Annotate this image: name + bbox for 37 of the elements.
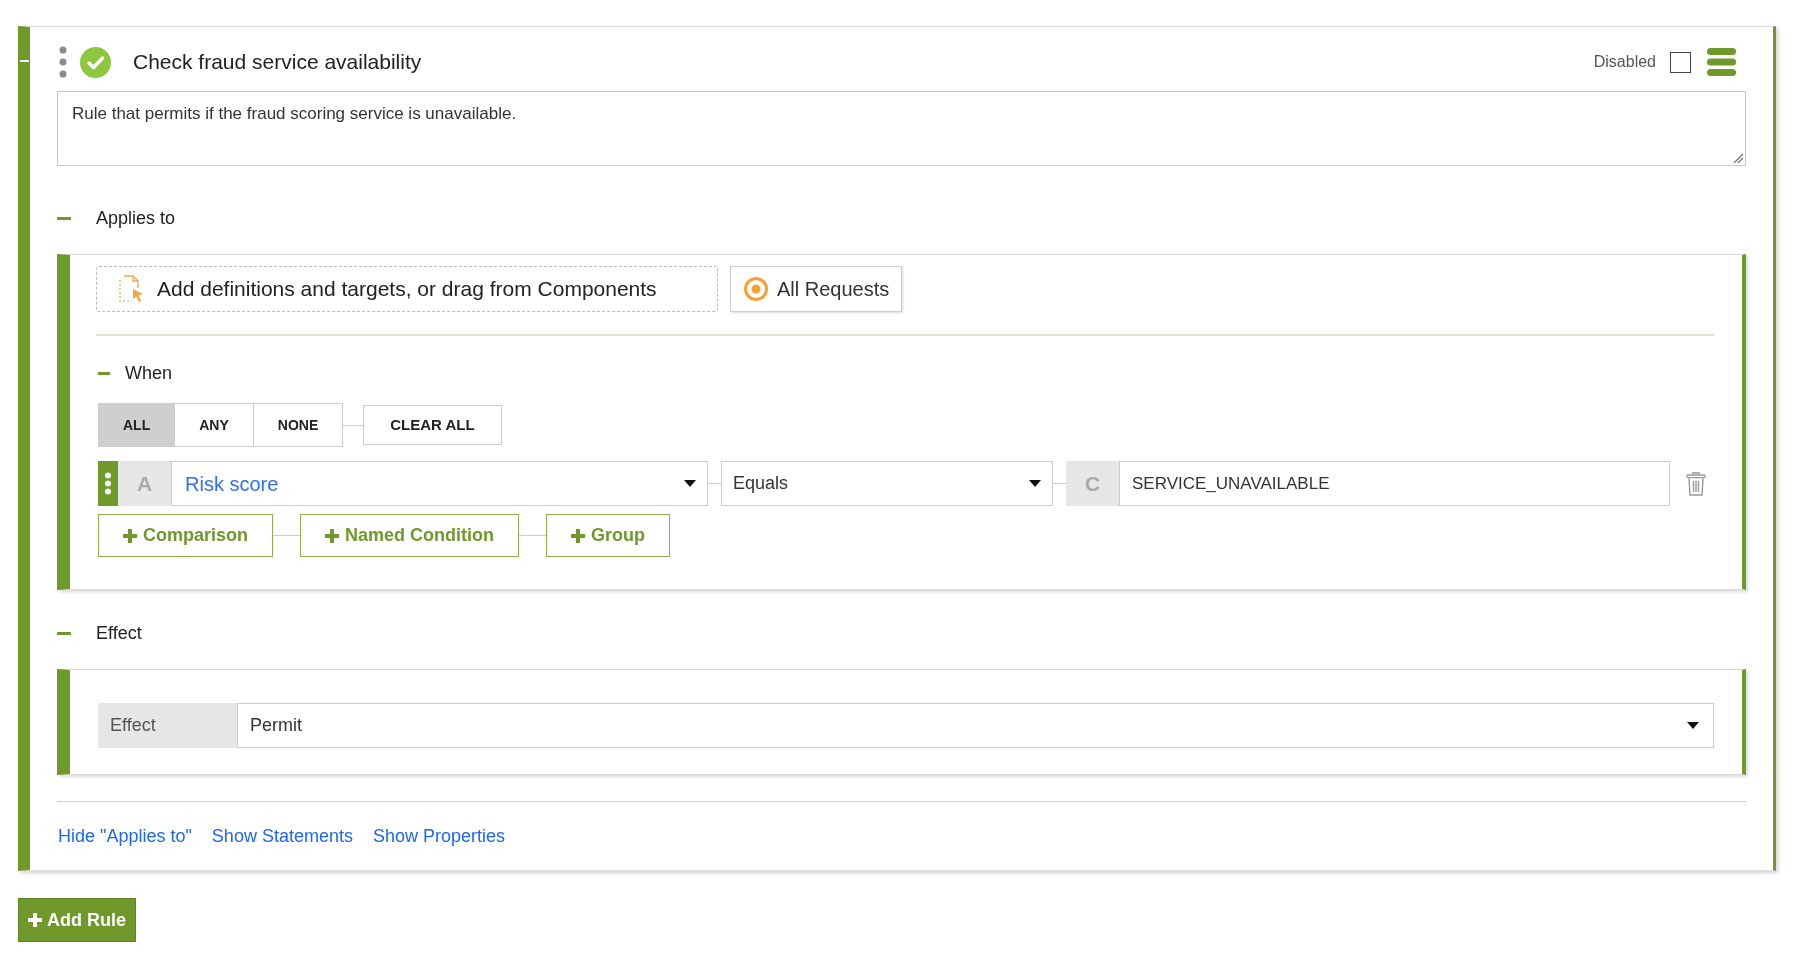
check-circle-icon — [80, 46, 111, 78]
collapse-icon[interactable] — [57, 216, 71, 220]
rule-title: Check fraud service availability — [133, 49, 422, 76]
field-label: Effect — [98, 703, 237, 748]
collapse-icon[interactable] — [98, 371, 110, 375]
caret-icon — [1029, 480, 1041, 487]
menu-icon[interactable] — [1707, 48, 1736, 76]
resize-grip-icon[interactable] — [1733, 153, 1743, 163]
drag-handle-icon[interactable] — [59, 46, 67, 78]
link[interactable]: Show Statements — [211, 822, 353, 850]
description-field[interactable]: Rule that permits if the fraud scoring service is unavailable. — [57, 91, 1746, 166]
operand-tag: A — [118, 461, 171, 506]
trash-icon[interactable] — [1686, 471, 1706, 496]
add-targets-button[interactable]: Add definitions and targets, or drag from Components — [96, 266, 718, 312]
plus-icon — [28, 913, 42, 927]
plus-icon — [123, 528, 137, 543]
plus-icon — [325, 528, 339, 543]
attribute-dropdown[interactable]: Risk score — [171, 461, 708, 506]
value-field[interactable]: SERVICE_UNAVAILABLE — [1119, 461, 1670, 506]
disabled-label: Disabled — [1593, 52, 1656, 72]
section-heading: Applies to — [96, 206, 176, 230]
caret-icon — [684, 480, 696, 487]
link[interactable]: Show Properties — [372, 822, 505, 850]
link[interactable]: Hide "Applies to" — [58, 822, 192, 850]
caret-icon — [1687, 722, 1699, 729]
combinator-tab[interactable]: ALL — [99, 404, 175, 446]
operand-tag: C — [1066, 461, 1119, 506]
effect-dropdown[interactable]: Permit — [237, 703, 1714, 748]
operator-dropdown[interactable]: Equals — [721, 461, 1053, 506]
plus-icon — [571, 528, 585, 543]
collapse-icon[interactable] — [57, 631, 71, 635]
section-heading: When — [125, 361, 173, 385]
document-cursor-icon — [118, 275, 144, 303]
drag-handle-icon[interactable] — [98, 461, 118, 506]
clear-all-button[interactable]: CLEAR ALL — [363, 405, 502, 445]
all-requests-option[interactable]: All Requests — [730, 266, 903, 312]
section-heading: Effect — [96, 621, 142, 645]
